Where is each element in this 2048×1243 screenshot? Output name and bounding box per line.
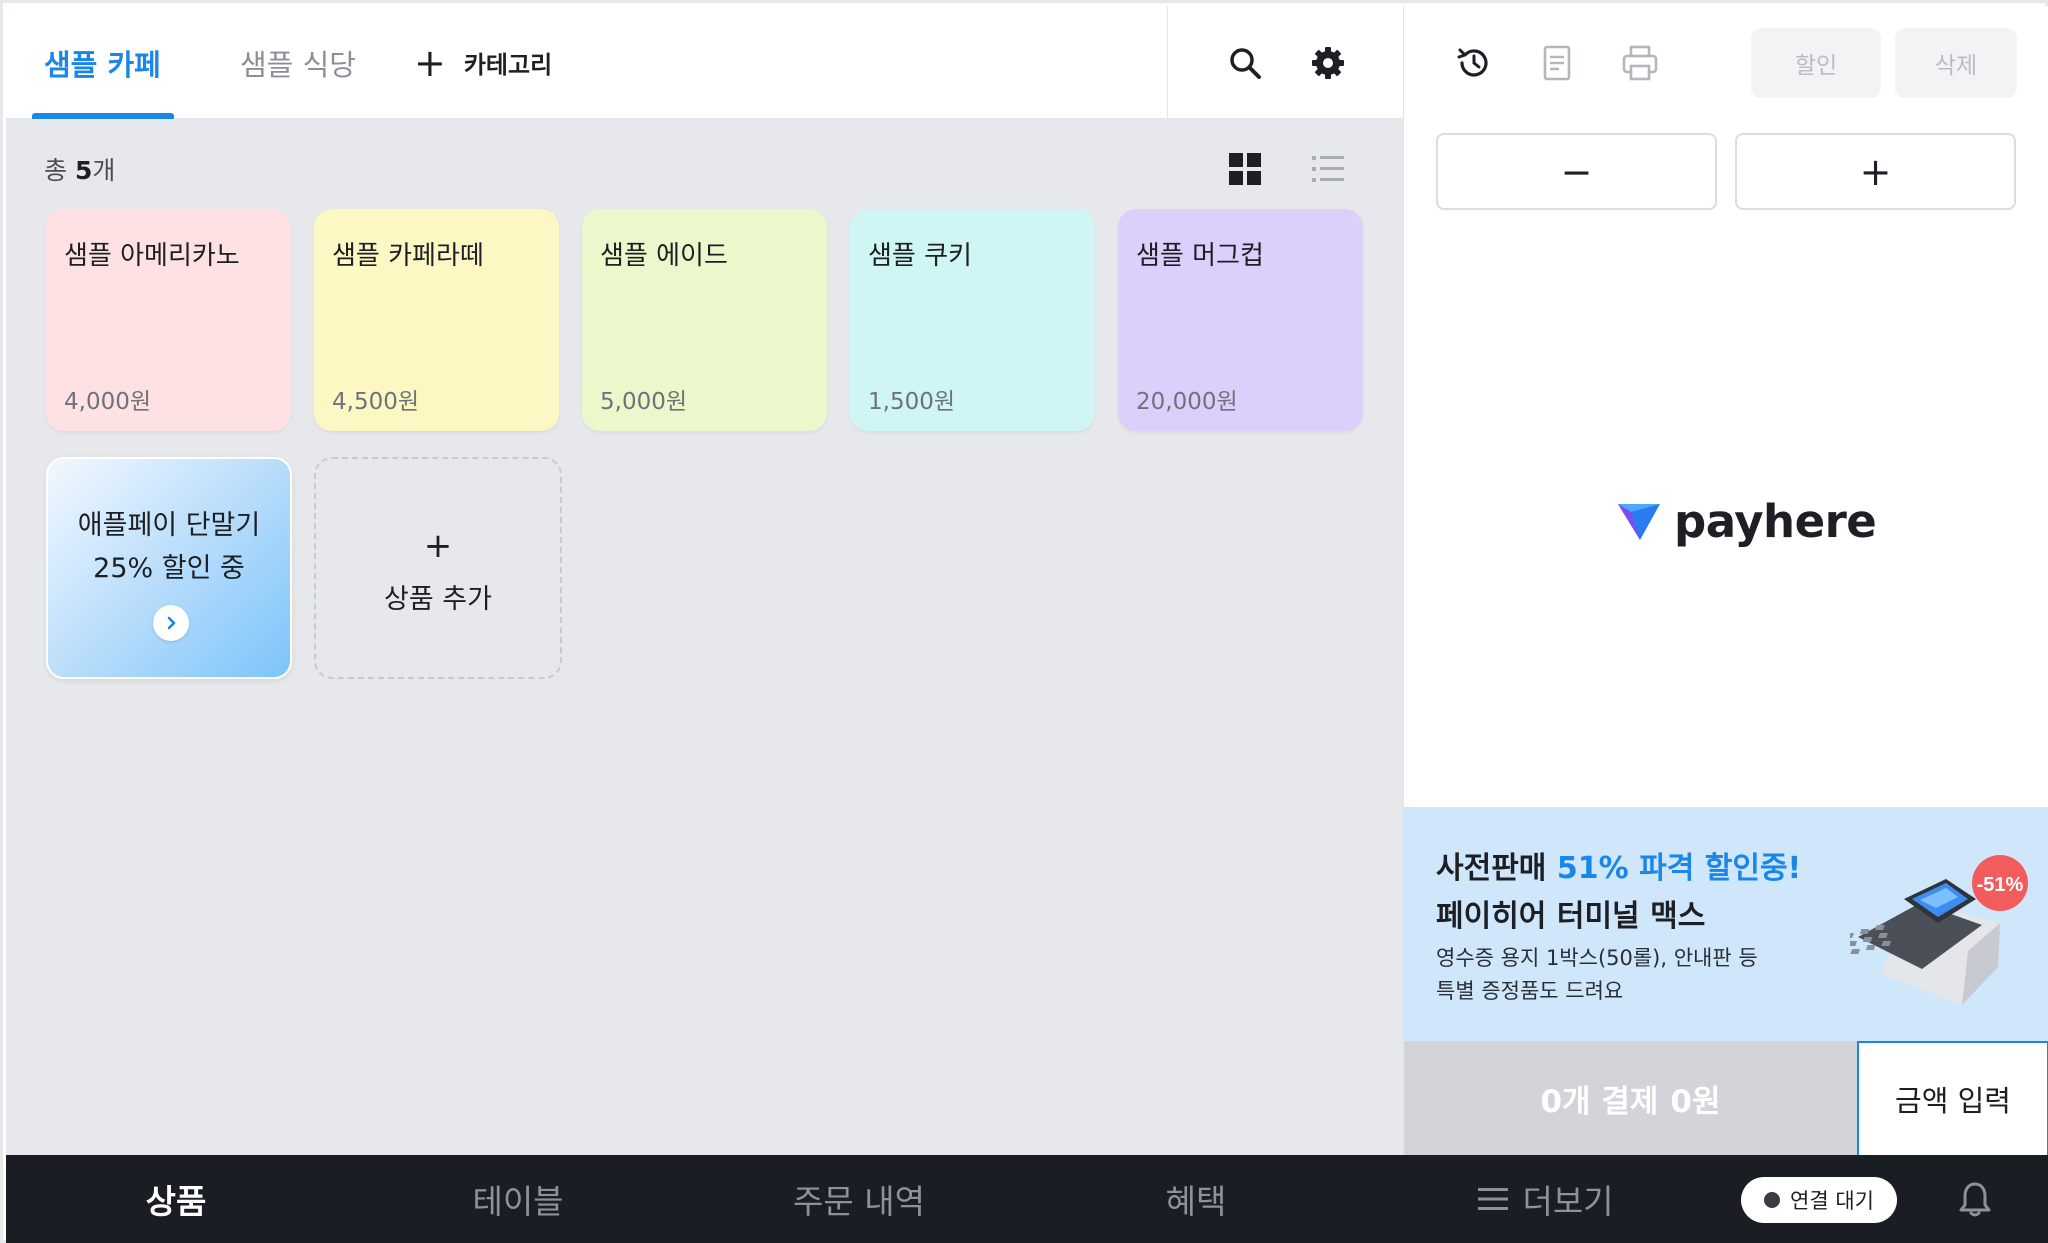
nav-item-benefits[interactable]: 혜택 — [1096, 1155, 1296, 1243]
tab-sample-restaurant[interactable]: 샘플 식당 — [240, 6, 356, 119]
plus-icon: + — [423, 526, 453, 566]
pay-amount: 0원 — [1670, 1083, 1721, 1120]
product-name: 샘플 에이드 — [600, 241, 728, 271]
count-value: 5 — [74, 156, 93, 185]
terminal-ad-banner[interactable]: 사전판매 51% 파격 할인중! 페이히어 터미널 맥스 영수증 용지 1박스(… — [1404, 807, 2048, 1041]
count-prefix: 총 — [44, 156, 75, 185]
status-dot — [1764, 1192, 1781, 1208]
delete-button[interactable]: 삭제 — [1895, 28, 2017, 98]
nav-more-label: 더보기 — [1522, 1182, 1614, 1221]
product-count: 총 5개 — [44, 151, 115, 187]
product-card[interactable]: 샘플 카페라떼 4,500원 — [314, 209, 559, 431]
printer-icon[interactable] — [1618, 41, 1662, 85]
order-panel: 할인 삭제 − + payhere 사전판매 51% 파격 할인중! 페이히어 … — [1403, 6, 2048, 1155]
promo-line-1: 애플페이 단말기 — [77, 510, 261, 541]
plus-icon: + — [414, 40, 446, 85]
nav-item-more[interactable]: 더보기 — [1446, 1155, 1646, 1243]
add-category-button[interactable]: + 카테고리 — [414, 6, 552, 119]
count-suffix: 개 — [92, 156, 116, 185]
chevron-right-icon[interactable] — [153, 605, 189, 641]
product-name: 샘플 카페라떼 — [332, 241, 484, 271]
history-icon[interactable] — [1452, 41, 1496, 85]
decrease-button[interactable]: − — [1436, 133, 1717, 210]
ad-subtext-2: 특별 증정품도 드려요 — [1436, 979, 1624, 1003]
product-card[interactable]: 샘플 아메리카노 4,000원 — [46, 209, 291, 431]
list-view-icon[interactable] — [1308, 149, 1348, 189]
increase-button[interactable]: + — [1735, 133, 2016, 210]
menu-icon — [1478, 1188, 1509, 1210]
discount-button[interactable]: 할인 — [1751, 28, 1881, 98]
payhere-logo-icon — [1618, 504, 1660, 540]
terminal-device-image: -51% — [1850, 855, 2028, 1005]
amount-input-button[interactable]: 금액 입력 — [1857, 1041, 2048, 1155]
gear-icon[interactable] — [1305, 40, 1351, 86]
product-panel: 샘플 카페 샘플 식당 + 카테고리 총 5개 샘플 아메리카노 4,000원 … — [6, 6, 1403, 1155]
receipt-icon[interactable] — [1535, 41, 1579, 85]
connection-status-label: 연결 대기 — [1790, 1189, 1874, 1213]
product-price: 20,000원 — [1136, 389, 1238, 415]
tab-sample-cafe[interactable]: 샘플 카페 — [44, 6, 161, 119]
product-name: 샘플 머그컵 — [1136, 241, 1264, 271]
ad-headline: 사전판매 51% 파격 할인중! — [1436, 843, 1801, 887]
payhere-logo: payhere — [1616, 494, 1877, 548]
product-price: 4,500원 — [332, 389, 420, 415]
product-card[interactable]: 샘플 에이드 5,000원 — [582, 209, 827, 431]
pay-count-label: 0개 결제 — [1540, 1083, 1659, 1120]
pos-window: 샘플 카페 샘플 식당 + 카테고리 총 5개 샘플 아메리카노 4,000원 … — [0, 0, 2048, 1243]
active-tab-indicator — [32, 113, 174, 119]
product-price: 1,500원 — [868, 389, 956, 415]
add-product-label: 상품 추가 — [384, 584, 492, 615]
grid-view-icon[interactable] — [1225, 149, 1265, 189]
applepay-promo-card[interactable]: 애플페이 단말기 25% 할인 중 — [46, 457, 292, 679]
product-name: 샘플 쿠키 — [868, 241, 972, 271]
ad-headline-highlight: 51% 파격 할인중! — [1556, 851, 1802, 886]
product-price: 5,000원 — [600, 389, 688, 415]
bell-icon[interactable] — [1953, 1177, 1997, 1221]
product-card[interactable]: 샘플 머그컵 20,000원 — [1118, 209, 1363, 431]
discount-badge: -51% — [1977, 874, 2024, 896]
pay-button[interactable]: 0개 결제 0원 — [1404, 1041, 1857, 1155]
ad-product-name: 페이히어 터미널 맥스 — [1436, 899, 1706, 934]
ad-subtext-1: 영수증 용지 1박스(50롤), 안내판 등 — [1436, 946, 1758, 970]
nav-item-tables[interactable]: 테이블 — [418, 1155, 618, 1243]
ad-headline-prefix: 사전판매 — [1436, 851, 1557, 886]
add-product-button[interactable]: + 상품 추가 — [314, 457, 562, 679]
bottom-nav: 상품 테이블 주문 내역 혜택 더보기 연결 대기 — [6, 1155, 2048, 1243]
add-category-label: 카테고리 — [463, 51, 553, 79]
nav-item-products[interactable]: 상품 — [76, 1155, 276, 1243]
search-icon[interactable] — [1222, 40, 1268, 86]
category-bar: 샘플 카페 샘플 식당 + 카테고리 — [6, 6, 1403, 119]
nav-item-order-history[interactable]: 주문 내역 — [744, 1155, 974, 1243]
payment-bar: 0개 결제 0원 금액 입력 — [1404, 1041, 2048, 1155]
divider — [1167, 6, 1168, 119]
product-name: 샘플 아메리카노 — [64, 241, 240, 271]
brand-name: payhere — [1674, 494, 1877, 548]
product-price: 4,000원 — [64, 389, 152, 415]
product-card[interactable]: 샘플 쿠키 1,500원 — [850, 209, 1095, 431]
connection-status-badge[interactable]: 연결 대기 — [1741, 1177, 1897, 1223]
promo-line-2: 25% 할인 중 — [93, 553, 245, 584]
